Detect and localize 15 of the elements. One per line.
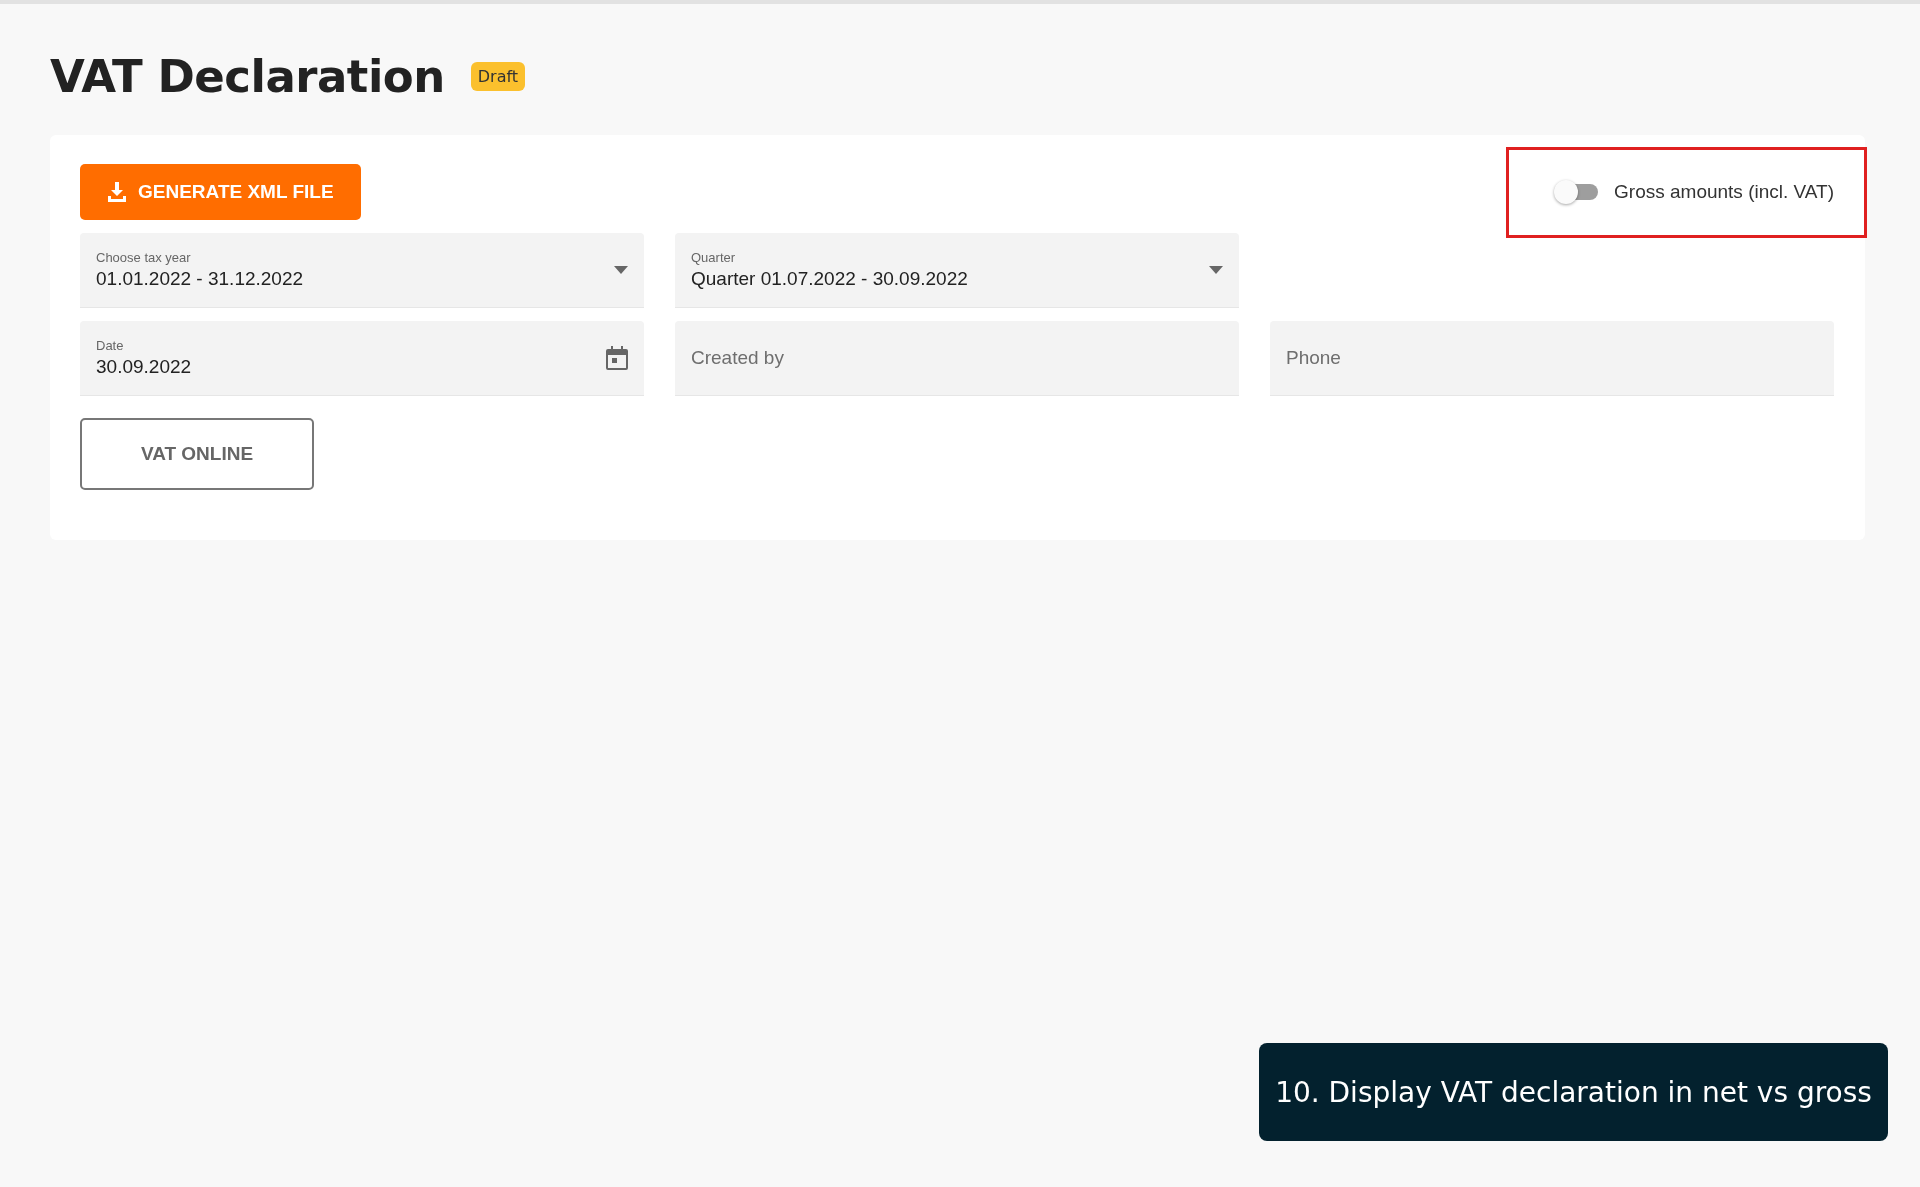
select-field[interactable]: Quarter Quarter 01.07.2022 - 30.09.2022 <box>675 233 1239 308</box>
vat-online-button[interactable]: VAT ONLINE <box>80 418 314 490</box>
page-title: VAT Declaration <box>50 49 445 103</box>
toggle-label: Gross amounts (incl. VAT) <box>1614 181 1834 203</box>
date-field[interactable]: Date 30.09.2022 <box>80 321 644 396</box>
input-field[interactable]: Created by <box>675 321 1239 396</box>
toggle-switch[interactable] <box>1554 182 1599 202</box>
select-field[interactable]: Choose tax year 01.01.2022 - 31.12.2022 <box>80 233 644 308</box>
caption-banner: 10. Display VAT declaration in net vs gross <box>1259 1043 1888 1141</box>
dropdown-caret-icon <box>614 266 628 274</box>
status-badge: Draft <box>470 61 526 91</box>
input-field[interactable]: Phone <box>1270 321 1834 396</box>
download-icon <box>108 182 126 202</box>
dropdown-caret-icon <box>1209 266 1223 274</box>
calendar-icon <box>606 346 628 370</box>
